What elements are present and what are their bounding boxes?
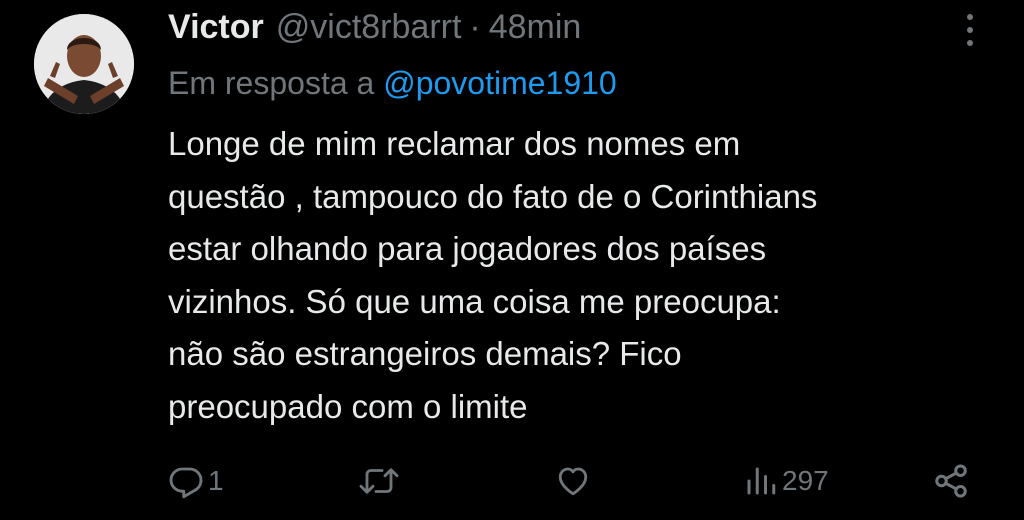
- share-button[interactable]: [932, 456, 970, 506]
- reply-prefix: Em resposta a: [168, 65, 384, 101]
- retweet-icon: [359, 468, 399, 494]
- reply-count: 1: [208, 465, 224, 496]
- author-name[interactable]: Victor: [168, 4, 264, 50]
- reply-icon: [169, 467, 203, 499]
- avatar[interactable]: [34, 14, 134, 114]
- separator-dot: ·: [469, 8, 481, 46]
- tweet-text-line: vizinhos. Só que uma coisa me preocupa:: [168, 282, 781, 320]
- views-button[interactable]: 297: [744, 456, 829, 506]
- tweet-text-line: não são estrangeiros demais? Fico: [168, 335, 682, 372]
- avatar-image: [34, 14, 134, 114]
- views-count: 297: [782, 465, 829, 496]
- timestamp[interactable]: 48min: [489, 4, 582, 50]
- more-dot: [967, 40, 973, 46]
- views-icon: [747, 467, 776, 495]
- like-button[interactable]: [554, 456, 596, 506]
- more-dot: [967, 14, 973, 20]
- more-dot: [967, 27, 973, 33]
- tweet-text-line: Longe de mim reclamar dos nomes em: [168, 125, 741, 162]
- share-icon: [935, 464, 967, 498]
- retweet-button[interactable]: [356, 456, 406, 506]
- more-options-icon[interactable]: [956, 12, 984, 48]
- author-handle[interactable]: @vict8rbarrt: [276, 4, 462, 50]
- tweet-text-line: preocupado com o limite: [168, 387, 528, 425]
- tweet-text: Longe de mim reclamar dos nomes em quest…: [168, 118, 998, 433]
- heart-icon: [558, 467, 588, 496]
- reply-mention-link[interactable]: @povotime1910: [383, 65, 617, 101]
- reply-context: Em resposta a @povotime1910: [168, 60, 617, 106]
- tweet-text-line: estar olhando para jogadores dos países: [168, 230, 767, 267]
- reply-button[interactable]: 1: [168, 456, 224, 506]
- action-bar: 1 297: [0, 456, 1024, 506]
- tweet-header: Victor @vict8rbarrt · 48min: [168, 4, 581, 50]
- tweet[interactable]: Victor @vict8rbarrt · 48min Em resposta …: [0, 0, 1024, 520]
- tweet-text-line: questão , tampouco do fato de o Corinthi…: [168, 177, 818, 215]
